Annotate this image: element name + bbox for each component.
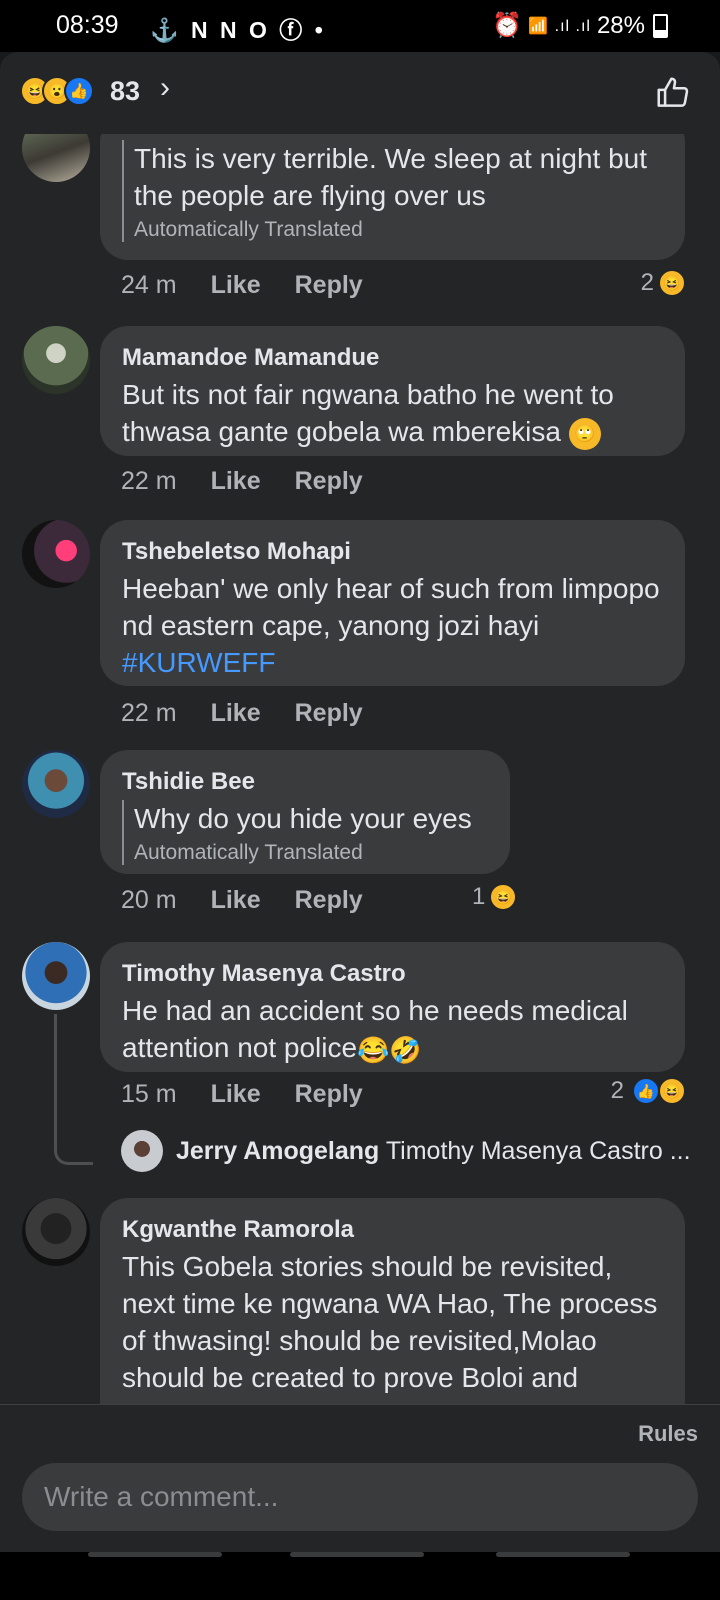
chevron-right-icon[interactable]: › bbox=[160, 71, 170, 105]
auto-translated-label[interactable]: Automatically Translated bbox=[134, 218, 663, 242]
comment-bubble[interactable]: Timothy Masenya Castro He had an acciden… bbox=[100, 942, 685, 1072]
reaction-count: 2 bbox=[610, 1077, 624, 1104]
haha-reaction-icon: 😆 bbox=[658, 1077, 686, 1105]
translated-block: Why do you hide your eyes Automatically … bbox=[122, 800, 488, 865]
comments-sheet: 😆 😮 👍 83 › This is very terrible. We sle… bbox=[0, 52, 720, 1600]
nav-home-handle[interactable] bbox=[290, 1552, 424, 1557]
comment-time[interactable]: 22 m bbox=[121, 467, 177, 496]
reply-button[interactable]: Reply bbox=[295, 699, 363, 728]
avatar[interactable] bbox=[22, 520, 90, 588]
comment-text: He had an accident so he needs medical a… bbox=[122, 992, 663, 1066]
reply-text: Timothy Masenya Castro ... bbox=[385, 1137, 691, 1165]
like-thumb-icon[interactable] bbox=[654, 74, 692, 112]
avatar[interactable] bbox=[22, 134, 90, 182]
comment-text: But its not fair ngwana batho he went to… bbox=[122, 376, 663, 450]
like-button[interactable]: Like bbox=[211, 886, 261, 915]
comment-actions: 22 m Like Reply bbox=[121, 467, 363, 496]
translated-block: This is very terrible. We sleep at night… bbox=[122, 140, 663, 242]
reply-preview[interactable]: Jerry Amogelang Timothy Masenya Castro .… bbox=[176, 1137, 696, 1166]
auto-translated-label[interactable]: Automatically Translated bbox=[134, 841, 488, 865]
battery-level: 28% bbox=[596, 11, 645, 39]
status-bar: 08:39 ⚓ N N O ⓕ • ⏰ 📶 .ıl .ıl 28% bbox=[0, 0, 720, 52]
comment-actions: 15 m Like Reply bbox=[121, 1080, 363, 1109]
comment-text: This is very terrible. We sleep at night… bbox=[134, 143, 648, 211]
avatar[interactable] bbox=[22, 750, 90, 818]
reply-avatar[interactable] bbox=[121, 1130, 163, 1172]
reply-button[interactable]: Reply bbox=[295, 467, 363, 496]
thread-connector bbox=[54, 1014, 93, 1165]
avatar[interactable] bbox=[22, 326, 90, 394]
comment-time[interactable]: 15 m bbox=[121, 1080, 177, 1109]
reply-button[interactable]: Reply bbox=[295, 271, 363, 300]
like-button[interactable]: Like bbox=[211, 699, 261, 728]
signal-icon: 📶 .ıl .ıl bbox=[528, 17, 591, 35]
like-button[interactable]: Like bbox=[211, 467, 261, 496]
comment-text-body: Heeban' we only hear of such from limpop… bbox=[122, 573, 660, 641]
comment-bubble[interactable]: Tshidie Bee Why do you hide your eyes Au… bbox=[100, 750, 510, 874]
reaction-count: 2 bbox=[640, 269, 654, 296]
battery-icon bbox=[653, 13, 668, 38]
eye-roll-emoji-icon: 🙄 bbox=[568, 417, 601, 450]
reply-button[interactable]: Reply bbox=[295, 1080, 363, 1109]
comments-list: This is very terrible. We sleep at night… bbox=[0, 134, 720, 1404]
comment-actions: 20 m Like Reply bbox=[121, 886, 363, 915]
reaction-icons[interactable]: 😆 😮 👍 bbox=[20, 76, 94, 106]
nav-back-handle[interactable] bbox=[496, 1552, 630, 1557]
avatar[interactable] bbox=[22, 942, 90, 1010]
comment-author[interactable]: Kgwanthe Ramorola bbox=[122, 1216, 663, 1244]
comment-reactions[interactable]: 2 👍 😆 bbox=[611, 1077, 686, 1105]
like-button[interactable]: Like bbox=[211, 271, 261, 300]
nav-recent-handle[interactable] bbox=[88, 1552, 222, 1557]
hashtag-link[interactable]: #KURWEFF bbox=[122, 647, 276, 678]
comment-time[interactable]: 24 m bbox=[121, 271, 177, 300]
comment-bubble[interactable]: Kgwanthe Ramorola This Gobela stories sh… bbox=[100, 1198, 685, 1404]
comment-time[interactable]: 22 m bbox=[121, 699, 177, 728]
alarm-icon: ⏰ bbox=[492, 12, 523, 39]
reply-button[interactable]: Reply bbox=[295, 886, 363, 915]
comment-bubble[interactable]: Tshebeletso Mohapi Heeban' we only hear … bbox=[100, 520, 685, 686]
comment-bubble[interactable]: Mamandoe Mamandue But its not fair ngwan… bbox=[100, 326, 685, 456]
reply-author[interactable]: Jerry Amogelang bbox=[176, 1137, 379, 1165]
comment-actions: 22 m Like Reply bbox=[121, 699, 363, 728]
comment-text-body: But its not fair ngwana batho he went to… bbox=[122, 379, 614, 447]
comment-actions: 24 m Like Reply bbox=[121, 271, 363, 300]
haha-reaction-icon: 😆 bbox=[658, 269, 686, 297]
laughing-emoji-icon: 😂🤣 bbox=[357, 1034, 422, 1065]
like-reaction-icon: 👍 bbox=[64, 76, 94, 106]
comment-input[interactable] bbox=[22, 1463, 698, 1531]
reaction-count: 1 bbox=[472, 883, 486, 910]
comment-text: Why do you hide your eyes bbox=[134, 803, 472, 834]
comment-text: This Gobela stories should be revisited,… bbox=[122, 1251, 658, 1404]
status-right: ⏰ 📶 .ıl .ıl 28% bbox=[492, 11, 668, 40]
notification-icons: ⚓ N N O ⓕ • bbox=[150, 17, 326, 43]
comment-author[interactable]: Timothy Masenya Castro bbox=[122, 960, 663, 988]
status-time: 08:39 bbox=[56, 11, 119, 39]
comment-text: Heeban' we only hear of such from limpop… bbox=[122, 570, 663, 681]
rules-link[interactable]: Rules bbox=[638, 1421, 698, 1447]
like-button[interactable]: Like bbox=[211, 1080, 261, 1109]
like-reaction-icon: 👍 bbox=[632, 1077, 660, 1105]
system-nav-bar bbox=[0, 1552, 720, 1600]
comment-author[interactable]: Tshidie Bee bbox=[122, 768, 488, 796]
reactions-header[interactable]: 😆 😮 👍 83 › bbox=[0, 52, 720, 134]
comment-author[interactable]: Mamandoe Mamandue bbox=[122, 344, 663, 372]
comment-bubble[interactable]: This is very terrible. We sleep at night… bbox=[100, 134, 685, 260]
comment-reactions[interactable]: 1 😆 bbox=[472, 883, 518, 911]
avatar[interactable] bbox=[22, 1198, 90, 1266]
comment-author[interactable]: Tshebeletso Mohapi bbox=[122, 538, 663, 566]
comment-time[interactable]: 20 m bbox=[121, 886, 177, 915]
comment-reactions[interactable]: 2 😆 bbox=[641, 269, 686, 297]
haha-reaction-icon: 😆 bbox=[489, 883, 518, 911]
reaction-count[interactable]: 83 bbox=[110, 76, 140, 107]
